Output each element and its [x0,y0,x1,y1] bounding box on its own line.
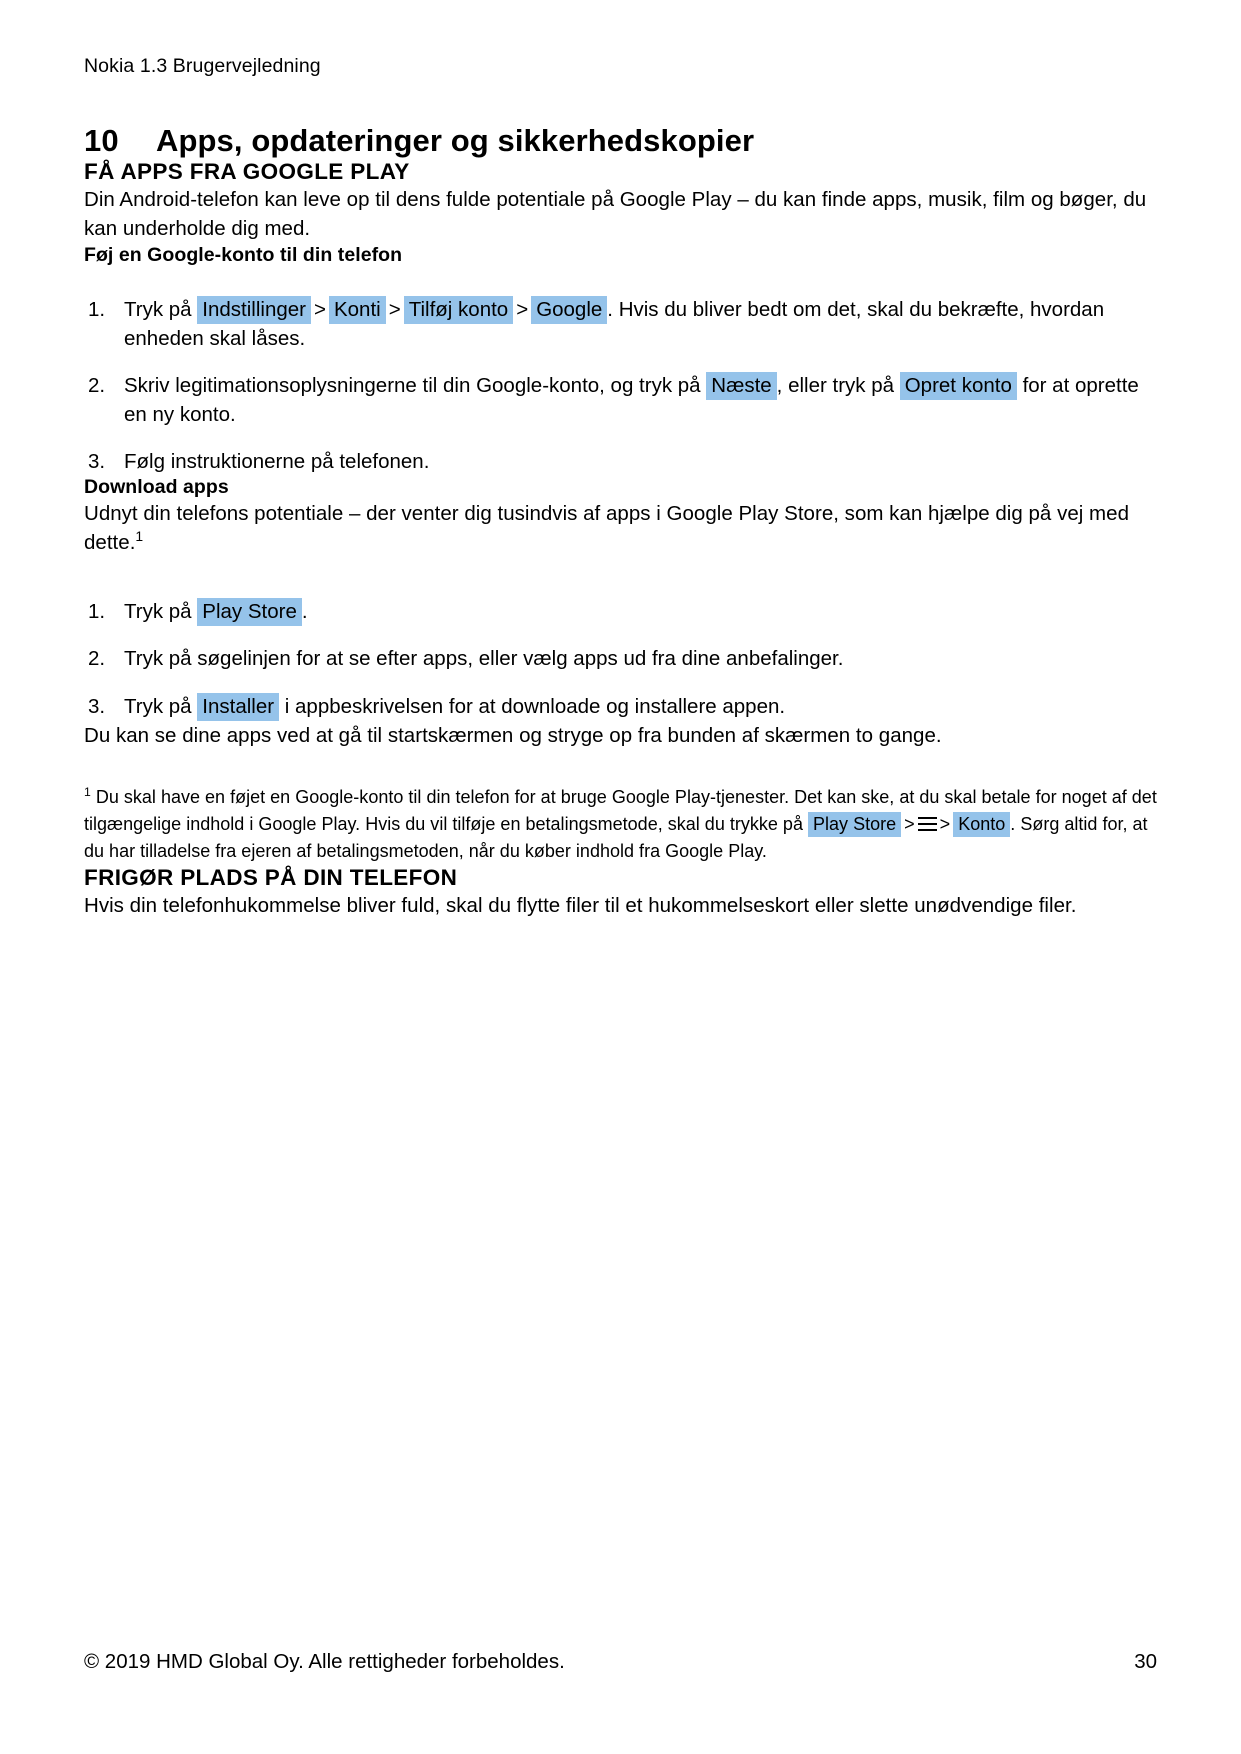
ui-term-konti[interactable]: Konti [328,295,386,324]
ui-term-google[interactable]: Google [531,295,608,324]
subheading-download-apps: Download apps [84,476,229,499]
step-mid-text: , eller tryk på [776,373,895,397]
list-item: Tryk på Play Store. [84,597,1157,626]
footnote-marker: 1 [84,784,91,799]
step-tail-text: i appbeskrivelsen for at downloade og in… [284,694,786,718]
footnote-reference-marker: 1 [135,528,144,545]
document-page: Nokia 1.3 Brugervejledning 10 Apps, opda… [0,0,1241,1754]
chapter-title: Apps, opdateringer og sikkerhedskopier [156,123,755,159]
page-footer: © 2019 HMD Global Oy. Alle rettigheder f… [84,1650,1157,1674]
list-item: Tryk på søgelinjen for at se efter apps,… [84,644,1157,673]
footer-page-number: 30 [1134,1650,1157,1673]
breadcrumb-separator: > [516,297,529,321]
step-lead-text: Tryk på [124,297,192,321]
paragraph-download-apps-intro: Udnyt din telefons potentiale – der vent… [84,499,1157,557]
running-header: Nokia 1.3 Brugervejledning [84,55,321,77]
step-lead-text: Tryk på [124,694,192,718]
breadcrumb-separator: > [314,297,326,321]
subheading-add-google-account: Føj en Google-konto til din telefon [84,243,403,266]
ui-term-play-store[interactable]: Play Store [808,811,902,837]
ui-term-indstillinger[interactable]: Indstillinger [197,295,311,324]
step-text: Følg instruktionerne på telefonen. [124,450,430,473]
breadcrumb-separator: > [388,297,401,321]
chapter-number: 10 [84,123,119,159]
footer-copyright: © 2019 HMD Global Oy. Alle rettigheder f… [84,1650,565,1673]
page-content: Nokia 1.3 Brugervejledning 10 Apps, opda… [84,0,1157,920]
step-lead-text: Skriv legitimationsoplysningerne til din… [124,373,701,397]
paragraph-text: Udnyt din telefons potentiale – der vent… [84,502,1129,555]
chapter-title-row: 10 Apps, opdateringer og sikkerhedskopie… [84,123,1157,159]
list-item: Tryk på Indstillinger > Konti > Tilføj konto… [84,295,1157,353]
hamburger-menu-icon[interactable] [917,816,937,831]
list-item: Skriv legitimationsoplysningerne til din… [84,371,1157,429]
steps-add-google-account: Tryk på Indstillinger > Konti > Tilføj konto… [84,295,1157,477]
steps-download-apps: Tryk på Play Store. Tryk på søgelinjen f… [84,597,1157,720]
footnote-block: 1 Du skal have en føjet en Google-konto … [84,784,1157,865]
paragraph-download-apps-outro: Du kan se dine apps ved at gå til starts… [84,723,942,747]
list-item: Tryk på Installer i appbeskrivelsen for … [84,692,1157,721]
section-heading-get-apps: FÅ APPS FRA GOOGLE PLAY [84,159,410,185]
step-tail-text: . [301,600,308,624]
step-text: Tryk på søgelinjen for at se efter apps,… [124,647,844,671]
breadcrumb-separator: > [939,813,951,834]
breadcrumb-separator: > [904,813,915,834]
section-heading-free-space: FRIGØR PLADS PÅ DIN TELEFON [84,864,458,890]
ui-term-installer[interactable]: Installer [197,692,280,721]
paragraph-free-space-intro: Hvis din telefonhukommelse bliver fuld, … [84,893,1077,917]
paragraph-get-apps-intro: Din Android-telefon kan leve op til dens… [84,188,1147,241]
ui-term-play-store[interactable]: Play Store [197,598,302,627]
ui-term-tilfoej-konto[interactable]: Tilføj konto [403,295,514,324]
ui-term-opret-konto[interactable]: Opret konto [899,371,1017,400]
step-lead-text: Tryk på [124,600,192,624]
ui-term-naeste[interactable]: Næste [706,371,777,400]
list-item: Følg instruktionerne på telefonen. [84,447,1157,476]
ui-term-konto[interactable]: Konto [953,811,1011,837]
